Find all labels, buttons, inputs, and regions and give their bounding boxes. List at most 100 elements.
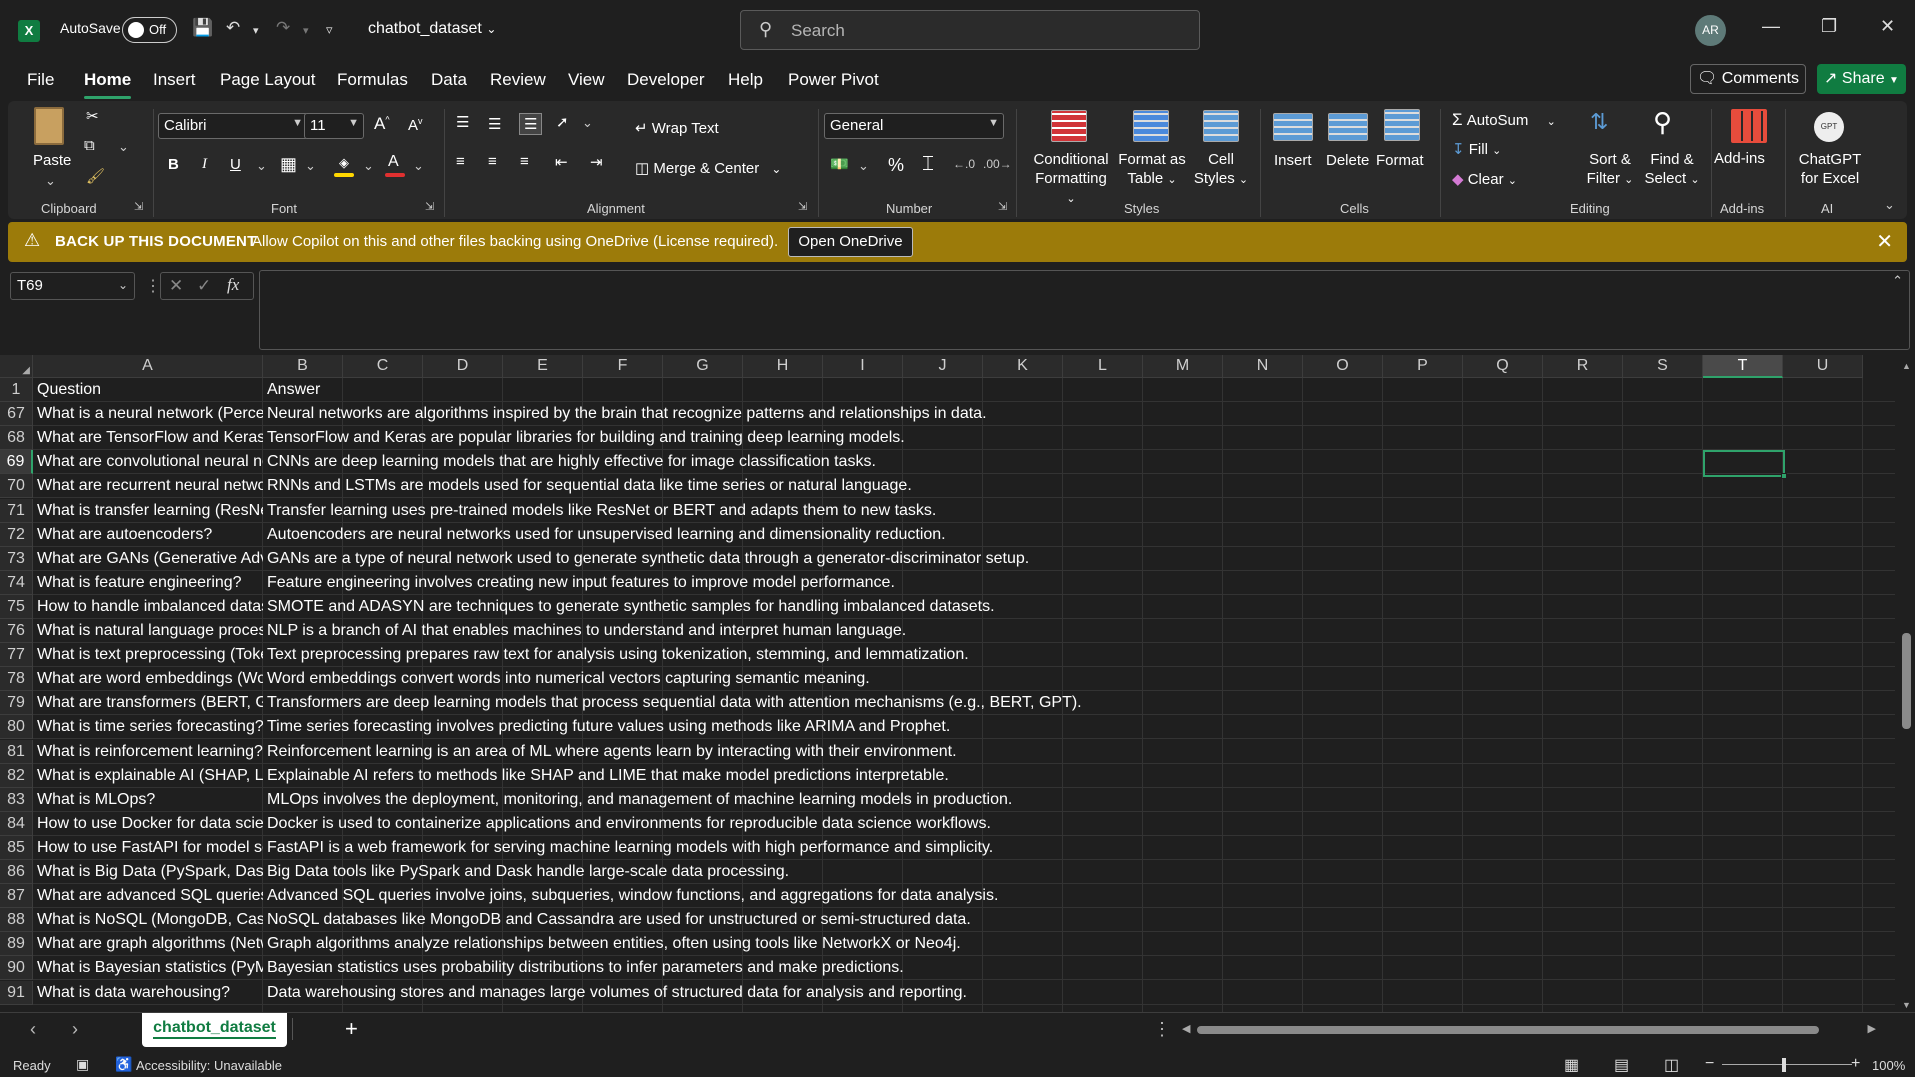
select-all-corner[interactable]: ◢ — [0, 355, 33, 378]
prev-sheet-icon[interactable]: ‹ — [30, 1019, 36, 1040]
orientation-icon[interactable]: ➚ — [556, 113, 569, 131]
redo-icon[interactable]: ↷ — [276, 18, 290, 38]
save-icon[interactable]: 💾 — [192, 18, 213, 38]
borders-dropdown-icon[interactable]: ⌄ — [305, 158, 316, 174]
tab-review[interactable]: Review — [490, 70, 546, 90]
cell-answer[interactable]: MLOps involves the deployment, monitorin… — [263, 788, 1663, 812]
file-name[interactable]: chatbot_dataset ⌄ — [368, 20, 496, 38]
cell-question[interactable]: What are advanced SQL queries? — [33, 884, 263, 908]
cell-question[interactable]: What are TensorFlow and Keras? — [33, 426, 263, 450]
column-header-h[interactable]: H — [743, 355, 823, 378]
zoom-slider-thumb[interactable] — [1782, 1058, 1786, 1072]
format-painter-icon[interactable]: 🖌 — [86, 167, 105, 185]
align-bottom-icon[interactable]: ☰ — [519, 113, 543, 135]
add-ins-button[interactable]: Add-ins — [1714, 150, 1765, 167]
paste-button[interactable]: Paste — [33, 152, 71, 169]
tab-developer[interactable]: Developer — [627, 70, 705, 90]
orientation-dropdown-icon[interactable]: ⌄ — [582, 115, 593, 131]
alignment-launcher-icon[interactable]: ⇲ — [798, 200, 807, 213]
cell-question[interactable]: What is reinforcement learning? — [33, 740, 263, 764]
cell-question[interactable]: What are convolutional neural networks (… — [33, 450, 263, 474]
chatgpt-for-excel-button[interactable]: ChatGPT for Excel — [1790, 150, 1870, 188]
column-header-u[interactable]: U — [1783, 355, 1863, 378]
cell-answer[interactable]: RNNs and LSTMs are models used for seque… — [263, 474, 1663, 498]
copy-icon[interactable]: ⧉ — [84, 137, 95, 154]
scrollbar-thumb[interactable] — [1902, 633, 1911, 729]
scroll-right-icon[interactable]: ▶ — [1868, 1022, 1876, 1035]
fill-handle[interactable] — [1781, 473, 1787, 479]
cell-question[interactable]: What are word embeddings (Word2Vec, GloV… — [33, 667, 263, 691]
row-header[interactable]: 82 — [0, 764, 33, 788]
enter-icon[interactable]: ✓ — [197, 276, 211, 296]
cell-answer[interactable]: Time series forecasting involves predict… — [263, 715, 1663, 739]
row-header[interactable]: 80 — [0, 715, 33, 739]
sort-filter-button[interactable]: Sort & Filter ⌄ — [1580, 150, 1640, 190]
row-header[interactable]: 91 — [0, 981, 33, 1005]
cancel-icon[interactable]: ✕ — [169, 276, 183, 296]
comma-style-icon[interactable]: ⌶ — [922, 153, 934, 176]
tab-formulas[interactable]: Formulas — [337, 70, 408, 90]
minimize-icon[interactable]: — — [1762, 16, 1780, 37]
merge-center-button[interactable]: ◫ Merge & Center ⌄ — [635, 159, 781, 177]
cell-answer[interactable]: Reinforcement learning is an area of ML … — [263, 740, 1663, 764]
tab-page-layout[interactable]: Page Layout — [220, 70, 315, 90]
column-header-s[interactable]: S — [1623, 355, 1703, 378]
decrease-decimal-icon[interactable]: .00→ — [983, 157, 1012, 171]
column-header-k[interactable]: K — [983, 355, 1063, 378]
cell-answer[interactable]: Neural networks are algorithms inspired … — [263, 402, 1663, 426]
close-icon[interactable]: ✕ — [1876, 229, 1893, 254]
column-header-q[interactable]: Q — [1463, 355, 1543, 378]
tab-power-pivot[interactable]: Power Pivot — [788, 70, 879, 90]
column-header-g[interactable]: G — [663, 355, 743, 378]
cell-answer[interactable]: Answer — [263, 378, 1663, 402]
bold-icon[interactable]: B — [168, 156, 179, 173]
insert-function-icon[interactable]: fx — [227, 275, 239, 295]
tab-view[interactable]: View — [568, 70, 605, 90]
autosave-toggle[interactable]: Off — [122, 17, 177, 43]
spreadsheet-grid[interactable]: ◢ ABCDEFGHIJKLMNOPQRSTU 1 Question Answer 6… — [0, 355, 1915, 1012]
increase-font-icon[interactable]: A^ — [374, 114, 390, 134]
sheet-tab-chatbot-dataset[interactable]: chatbot_dataset — [142, 1013, 287, 1047]
share-button[interactable]: ↗ Share ▼ — [1817, 64, 1906, 94]
page-layout-view-icon[interactable]: ▤ — [1614, 1055, 1629, 1075]
find-select-button[interactable]: Find & Select ⌄ — [1641, 150, 1703, 190]
cell-answer[interactable]: TensorFlow and Keras are popular librari… — [263, 426, 1663, 450]
accounting-format-icon[interactable]: 💵 — [830, 155, 849, 173]
normal-view-icon[interactable]: ▦ — [1564, 1055, 1579, 1075]
insert-cells-button[interactable]: Insert — [1274, 152, 1312, 169]
clear-button[interactable]: ◆ Clear ⌄ — [1452, 170, 1517, 188]
scroll-down-icon[interactable]: ▼ — [1902, 1000, 1911, 1010]
font-color-icon[interactable]: A — [388, 153, 399, 171]
add-sheet-icon[interactable]: + — [345, 1016, 358, 1042]
column-header-d[interactable]: D — [423, 355, 503, 378]
column-header-c[interactable]: C — [343, 355, 423, 378]
cell-answer[interactable]: Transfer learning uses pre-trained model… — [263, 499, 1663, 523]
borders-icon[interactable]: ▦ — [280, 154, 297, 175]
conditional-formatting-button[interactable]: Conditional Formatting ⌄ — [1030, 150, 1112, 209]
cell-answer[interactable]: Word embeddings convert words into numer… — [263, 667, 1663, 691]
cell-answer[interactable]: CNNs are deep learning models that are h… — [263, 450, 1663, 474]
align-top-icon[interactable]: ☰ — [456, 113, 469, 131]
align-middle-icon[interactable]: ☰ — [488, 115, 501, 133]
cell-answer[interactable]: Docker is used to containerize applicati… — [263, 812, 1663, 836]
fill-button[interactable]: ↧ Fill ⌄ — [1452, 140, 1501, 158]
column-header-f[interactable]: F — [583, 355, 663, 378]
column-header-l[interactable]: L — [1063, 355, 1143, 378]
decrease-font-icon[interactable]: Av — [408, 116, 423, 134]
cell-answer[interactable]: Bayesian statistics uses probability dis… — [263, 956, 1663, 980]
row-header[interactable]: 85 — [0, 836, 33, 860]
undo-dropdown-icon[interactable]: ▾ — [253, 24, 259, 37]
clipboard-launcher-icon[interactable]: ⇲ — [134, 200, 143, 213]
formula-input[interactable]: ⌃ — [259, 270, 1910, 350]
cell-answer[interactable]: FastAPI is a web framework for serving m… — [263, 836, 1663, 860]
number-format-select[interactable]: General ▼ — [824, 113, 1004, 139]
percent-icon[interactable]: % — [888, 155, 904, 176]
font-size-select[interactable]: 11 ▼ — [304, 113, 364, 139]
zoom-out-icon[interactable]: − — [1705, 1055, 1714, 1073]
row-header[interactable]: 78 — [0, 667, 33, 691]
column-header-n[interactable]: N — [1223, 355, 1303, 378]
tab-data[interactable]: Data — [431, 70, 467, 90]
row-header[interactable]: 67 — [0, 402, 33, 426]
cell-answer[interactable]: GANs are a type of neural network used t… — [263, 547, 1663, 571]
row-header[interactable]: 87 — [0, 884, 33, 908]
